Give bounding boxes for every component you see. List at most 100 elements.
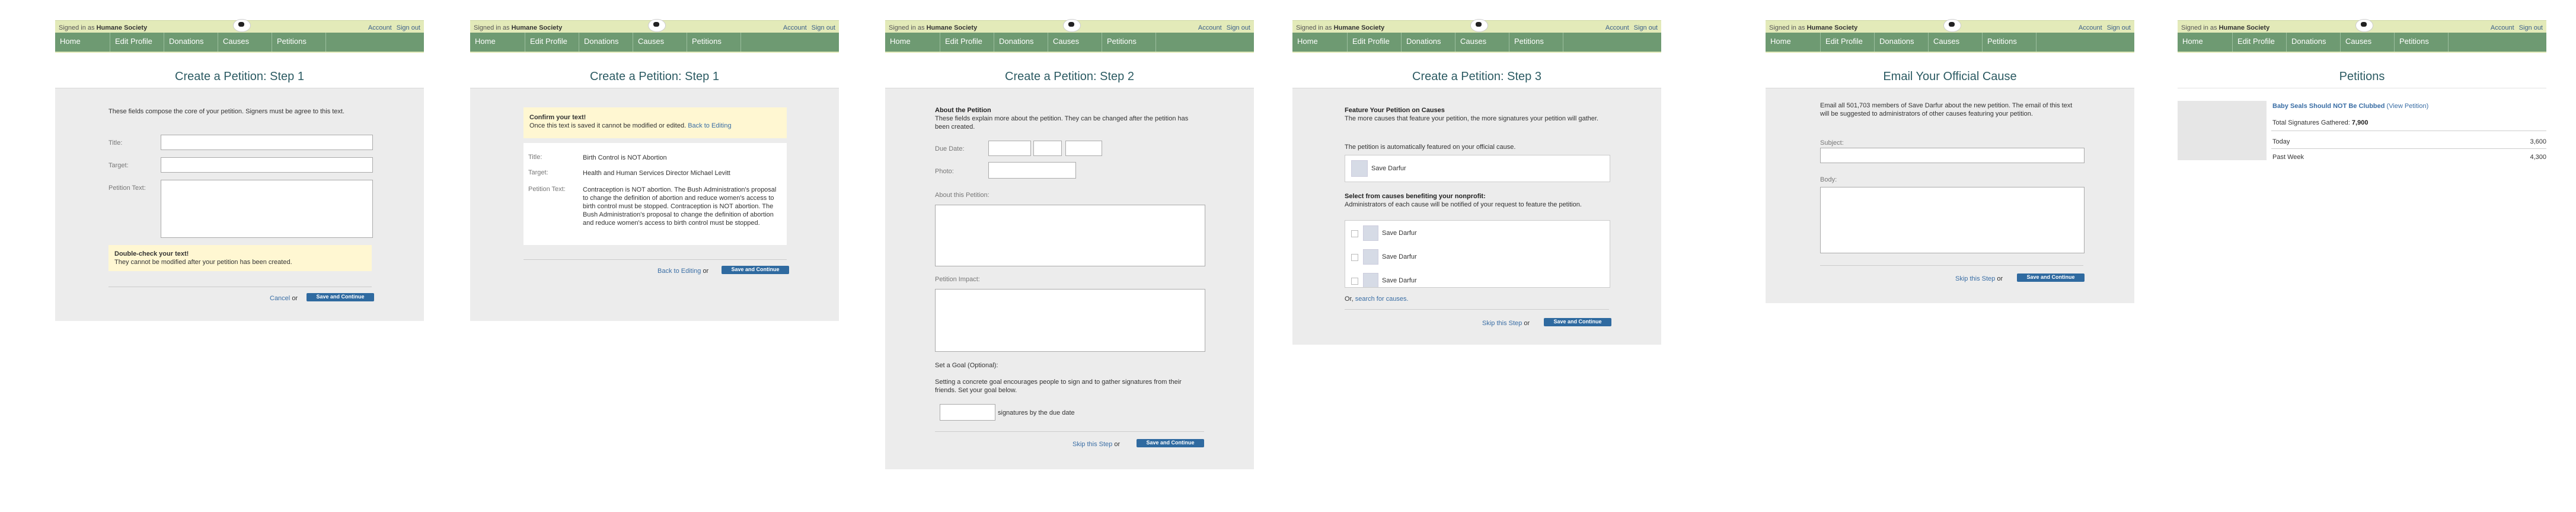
petition-thumbnail[interactable] <box>2178 101 2267 160</box>
tab-petitions[interactable]: Petitions <box>2395 33 2449 52</box>
tab-edit-profile[interactable]: Edit Profile <box>940 33 994 52</box>
account-link[interactable]: Account <box>2079 24 2102 31</box>
back-to-editing-link[interactable]: Back to Editing <box>688 122 731 129</box>
org-name[interactable]: Humane Society <box>1807 24 1858 31</box>
tab-home[interactable]: Home <box>2178 33 2233 52</box>
tab-home[interactable]: Home <box>55 33 110 52</box>
stat-value-week: 4,300 <box>2530 154 2546 161</box>
org-name[interactable]: Humane Society <box>2219 24 2270 31</box>
cause-checkbox[interactable] <box>1351 254 1358 261</box>
cancel-link[interactable]: Cancel <box>270 295 290 302</box>
tab-causes[interactable]: Causes <box>633 33 687 52</box>
signature-goal-input[interactable] <box>940 404 995 421</box>
tab-edit-profile[interactable]: Edit Profile <box>110 33 164 52</box>
signed-in-label: Signed in as <box>59 24 95 31</box>
page-title: Petitions <box>2339 70 2385 83</box>
org-name[interactable]: Humane Society <box>97 24 148 31</box>
due-month-input[interactable] <box>988 141 1031 156</box>
cause-checkbox[interactable] <box>1351 230 1358 237</box>
tab-petitions[interactable]: Petitions <box>687 33 741 52</box>
about-header: About the Petition These fields explain m… <box>935 107 1189 131</box>
sign-out-link[interactable]: Sign out <box>2519 24 2543 31</box>
target-input[interactable] <box>161 157 373 173</box>
cause-thumbnail <box>1363 225 1378 241</box>
tab-donations[interactable]: Donations <box>1875 33 1929 52</box>
tab-edit-profile[interactable]: Edit Profile <box>2233 33 2287 52</box>
skip-step-link[interactable]: Skip this Step <box>1955 275 1995 282</box>
tab-causes[interactable]: Causes <box>1048 33 1102 52</box>
tab-donations[interactable]: Donations <box>164 33 218 52</box>
panel-step1-confirm: Signed in as Humane Society Account Sign … <box>470 0 839 512</box>
tab-edit-profile[interactable]: Edit Profile <box>1348 33 1402 52</box>
tab-home[interactable]: Home <box>885 33 940 52</box>
sign-out-link[interactable]: Sign out <box>397 24 420 31</box>
tab-causes[interactable]: Causes <box>1929 33 1983 52</box>
confirm-card: Confirm your text! Once this text is save… <box>470 88 839 321</box>
org-name[interactable]: Humane Society <box>927 24 978 31</box>
back-to-editing-bottom-link[interactable]: Back to Editing <box>657 268 701 275</box>
petition-impact-textarea[interactable] <box>935 289 1205 352</box>
subject-label: Subject: <box>1820 139 1844 147</box>
account-link[interactable]: Account <box>1198 24 1222 31</box>
skip-step-link[interactable]: Skip this Step <box>1482 320 1522 327</box>
view-petition-link[interactable]: (View Petition) <box>2387 103 2429 110</box>
sign-out-link[interactable]: Sign out <box>812 24 835 31</box>
page-title: Create a Petition: Step 3 <box>1412 70 1541 83</box>
account-link[interactable]: Account <box>368 24 392 31</box>
stat-value-today: 3,600 <box>2530 138 2546 145</box>
signed-in-label: Signed in as <box>1769 24 1805 31</box>
tab-donations[interactable]: Donations <box>2287 33 2341 52</box>
petition-text-area[interactable] <box>161 180 373 238</box>
cause-thumbnail <box>1351 160 1368 177</box>
tab-petitions[interactable]: Petitions <box>1509 33 1563 52</box>
org-name[interactable]: Humane Society <box>1334 24 1385 31</box>
tab-donations[interactable]: Donations <box>579 33 633 52</box>
cause-checkbox[interactable] <box>1351 278 1358 285</box>
account-link[interactable]: Account <box>2491 24 2514 31</box>
tab-home[interactable]: Home <box>1766 33 1821 52</box>
petition-title-link[interactable]: Baby Seals Should NOT Be Clubbed <box>2272 103 2385 110</box>
about-petition-textarea[interactable] <box>935 205 1205 266</box>
save-continue-button[interactable]: Save and Continue <box>1544 318 1611 326</box>
cause-list[interactable]: Save Darfur Save Darfur Save Darfur <box>1345 220 1610 288</box>
tab-petitions[interactable]: Petitions <box>1102 33 1156 52</box>
cause-thumbnail <box>1363 273 1378 287</box>
sign-out-link[interactable]: Sign out <box>1227 24 1250 31</box>
skip-step-link[interactable]: Skip this Step <box>1072 441 1112 448</box>
tab-edit-profile[interactable]: Edit Profile <box>525 33 579 52</box>
tab-edit-profile[interactable]: Edit Profile <box>1821 33 1875 52</box>
due-day-input[interactable] <box>1033 141 1062 156</box>
tab-donations[interactable]: Donations <box>1402 33 1455 52</box>
save-continue-button[interactable]: Save and Continue <box>1137 439 1204 447</box>
tab-causes[interactable]: Causes <box>2341 33 2395 52</box>
sign-out-link[interactable]: Sign out <box>2107 24 2131 31</box>
save-continue-button[interactable]: Save and Continue <box>307 293 374 301</box>
photo-input[interactable] <box>988 162 1076 179</box>
tab-petitions[interactable]: Petitions <box>272 33 326 52</box>
account-link[interactable]: Account <box>783 24 807 31</box>
body-label: Body: <box>1820 176 1837 183</box>
save-continue-button[interactable]: Save and Continue <box>722 266 789 274</box>
signed-in-label: Signed in as <box>2181 24 2217 31</box>
org-name[interactable]: Humane Society <box>512 24 563 31</box>
tab-petitions[interactable]: Petitions <box>1983 33 2036 52</box>
preview-title: Birth Control is NOT Abortion <box>583 154 667 161</box>
main-nav: Home Edit Profile Donations Causes Petit… <box>1292 33 1661 53</box>
subject-input[interactable] <box>1820 148 2085 163</box>
tab-home[interactable]: Home <box>1292 33 1348 52</box>
title-input[interactable] <box>161 135 373 150</box>
sign-out-link[interactable]: Sign out <box>1634 24 1658 31</box>
seal-logo-icon <box>1943 19 1961 32</box>
page-title: Create a Petition: Step 1 <box>175 70 304 83</box>
intro-text: These fields compose the core of your pe… <box>108 108 345 115</box>
save-continue-button[interactable]: Save and Continue <box>2017 274 2085 282</box>
tab-donations[interactable]: Donations <box>994 33 1048 52</box>
due-year-input[interactable] <box>1065 141 1102 156</box>
search-causes-link[interactable]: search for causes. <box>1355 295 1409 303</box>
body-textarea[interactable] <box>1820 187 2085 253</box>
tab-home[interactable]: Home <box>470 33 525 52</box>
signed-in-label: Signed in as <box>1296 24 1332 31</box>
tab-causes[interactable]: Causes <box>218 33 272 52</box>
tab-causes[interactable]: Causes <box>1455 33 1509 52</box>
account-link[interactable]: Account <box>1605 24 1629 31</box>
